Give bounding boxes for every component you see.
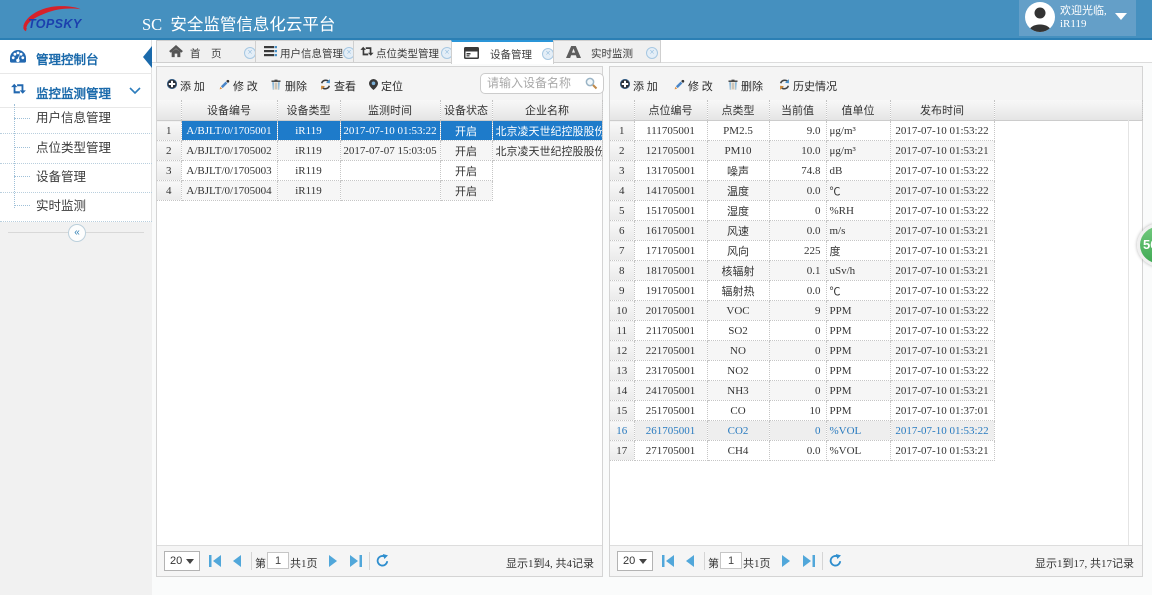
svg-text:TOPSKY: TOPSKY xyxy=(28,17,83,31)
